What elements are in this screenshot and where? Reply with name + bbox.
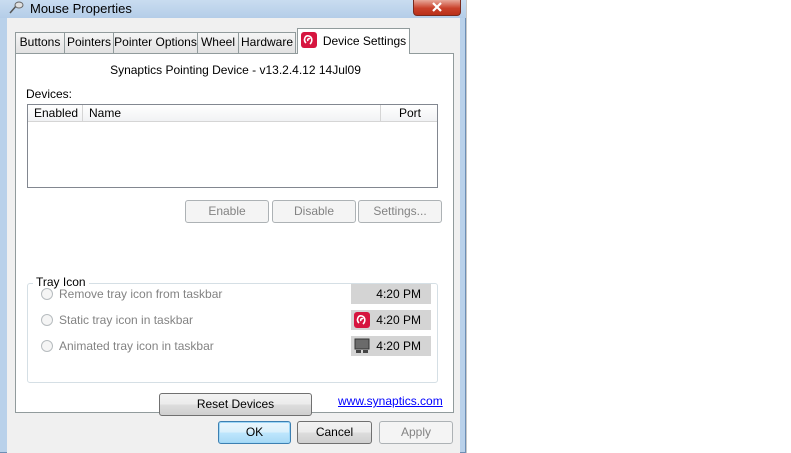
tray-preview-none: 4:20 PM: [351, 284, 431, 304]
radio-button[interactable]: [41, 288, 53, 300]
radio-button[interactable]: [41, 340, 53, 352]
tab-pointers[interactable]: Pointers: [64, 32, 114, 53]
radio-label: Remove tray icon from taskbar: [59, 287, 223, 301]
touchpad-icon: [354, 338, 370, 353]
close-button[interactable]: [413, 0, 461, 16]
tab-wheel[interactable]: Wheel: [197, 32, 239, 53]
column-header-name[interactable]: Name: [83, 105, 381, 121]
tray-preview-animated: 4:20 PM: [351, 336, 431, 356]
synaptics-logo-icon: [300, 32, 317, 48]
tab-hardware[interactable]: Hardware: [238, 32, 296, 53]
list-header: Enabled Name Port: [28, 105, 437, 122]
tab-device-settings-label: Device Settings: [322, 34, 407, 48]
enable-button[interactable]: Enable: [185, 200, 269, 223]
reset-devices-button[interactable]: Reset Devices: [159, 393, 312, 416]
tray-preview-static: 4:20 PM: [351, 310, 431, 330]
synaptics-website-link[interactable]: www.synaptics.com: [338, 394, 443, 408]
column-header-port[interactable]: Port: [381, 105, 437, 121]
close-icon: [432, 2, 442, 12]
preview-time: 4:20 PM: [376, 287, 421, 301]
title-bar[interactable]: Mouse Properties: [0, 0, 466, 18]
tab-device-settings[interactable]: Device Settings: [297, 28, 410, 54]
ok-button[interactable]: OK: [218, 421, 291, 444]
disable-button[interactable]: Disable: [272, 200, 356, 223]
column-header-enabled[interactable]: Enabled: [28, 105, 83, 121]
synaptics-logo-icon: [354, 312, 370, 328]
device-title: Synaptics Pointing Device - v13.2.4.12 1…: [110, 63, 361, 77]
preview-time: 4:20 PM: [376, 339, 421, 353]
radio-label: Animated tray icon in taskbar: [59, 339, 214, 353]
window-edge: [466, 0, 467, 453]
window-title: Mouse Properties: [30, 1, 132, 16]
cancel-button[interactable]: Cancel: [297, 421, 372, 444]
dialog-client: Buttons Pointers Pointer Options Wheel H…: [7, 18, 460, 453]
device-settings-panel: Synaptics Pointing Device - v13.2.4.12 1…: [15, 53, 454, 416]
apply-button[interactable]: Apply: [379, 421, 453, 444]
radio-label: Static tray icon in taskbar: [59, 313, 194, 327]
tab-buttons[interactable]: Buttons: [15, 32, 65, 53]
devices-label: Devices:: [26, 87, 73, 101]
settings-button[interactable]: Settings...: [358, 200, 442, 223]
devices-list[interactable]: Enabled Name Port: [27, 104, 438, 188]
tab-pointer-options[interactable]: Pointer Options: [113, 32, 198, 53]
radio-button[interactable]: [41, 314, 53, 326]
mouse-icon: [9, 1, 24, 14]
mouse-properties-window: Mouse Properties Buttons Pointers Pointe…: [0, 0, 466, 453]
preview-time: 4:20 PM: [376, 313, 421, 327]
